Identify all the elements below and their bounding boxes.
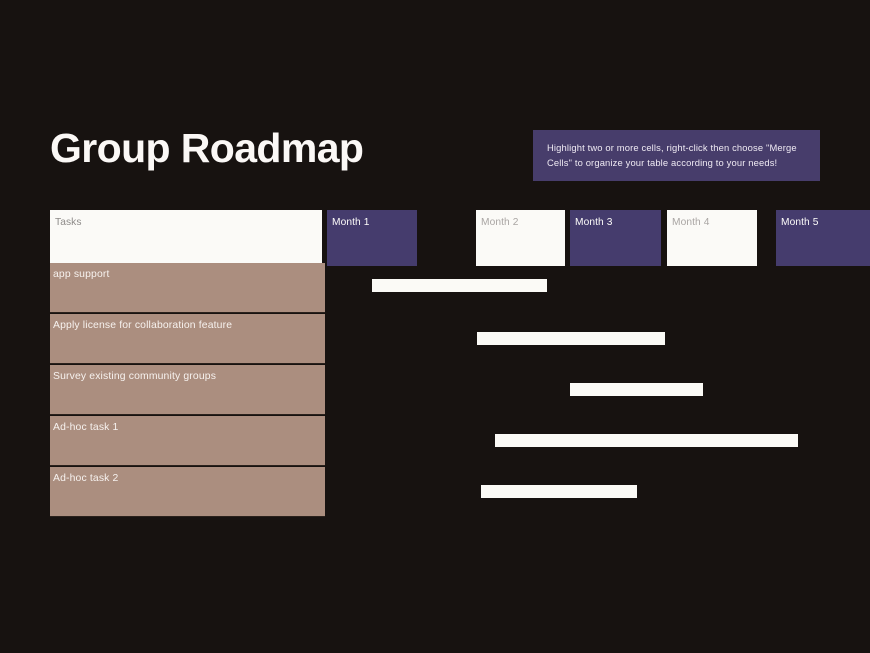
gantt-bar[interactable]: [495, 434, 798, 447]
gantt-bar[interactable]: [481, 485, 637, 498]
header-label-month-1: Month 1: [332, 217, 370, 228]
header-cell-month-5[interactable]: Month 5: [776, 210, 870, 266]
header-cell-month-2[interactable]: Month 2: [476, 210, 565, 266]
header-cell-month-1[interactable]: Month 1: [327, 210, 417, 266]
tip-callout-text: Highlight two or more cells, right-click…: [547, 142, 797, 168]
header-label-month-3: Month 3: [575, 217, 613, 228]
slide-canvas: Group Roadmap Highlight two or more cell…: [0, 0, 870, 653]
header-cell-month-3[interactable]: Month 3: [570, 210, 661, 266]
gantt-bar[interactable]: [372, 279, 547, 292]
tip-callout-box: Highlight two or more cells, right-click…: [533, 130, 820, 181]
header-cell-month-4[interactable]: Month 4: [667, 210, 757, 266]
roadmap-table: Tasks Month 1 Month 2 Month 3 Month 4 Mo…: [50, 210, 870, 522]
gantt-bar-area: [50, 263, 820, 522]
gantt-bar[interactable]: [477, 332, 665, 345]
header-label-month-2: Month 2: [481, 217, 519, 228]
header-label-month-4: Month 4: [672, 217, 710, 228]
header-cell-tasks[interactable]: Tasks: [50, 210, 322, 266]
header-label-tasks: Tasks: [55, 217, 82, 228]
page-title: Group Roadmap: [50, 125, 364, 171]
table-header-row: Tasks Month 1 Month 2 Month 3 Month 4 Mo…: [50, 210, 870, 266]
gantt-bar[interactable]: [570, 383, 703, 396]
header-label-month-5: Month 5: [781, 217, 819, 228]
